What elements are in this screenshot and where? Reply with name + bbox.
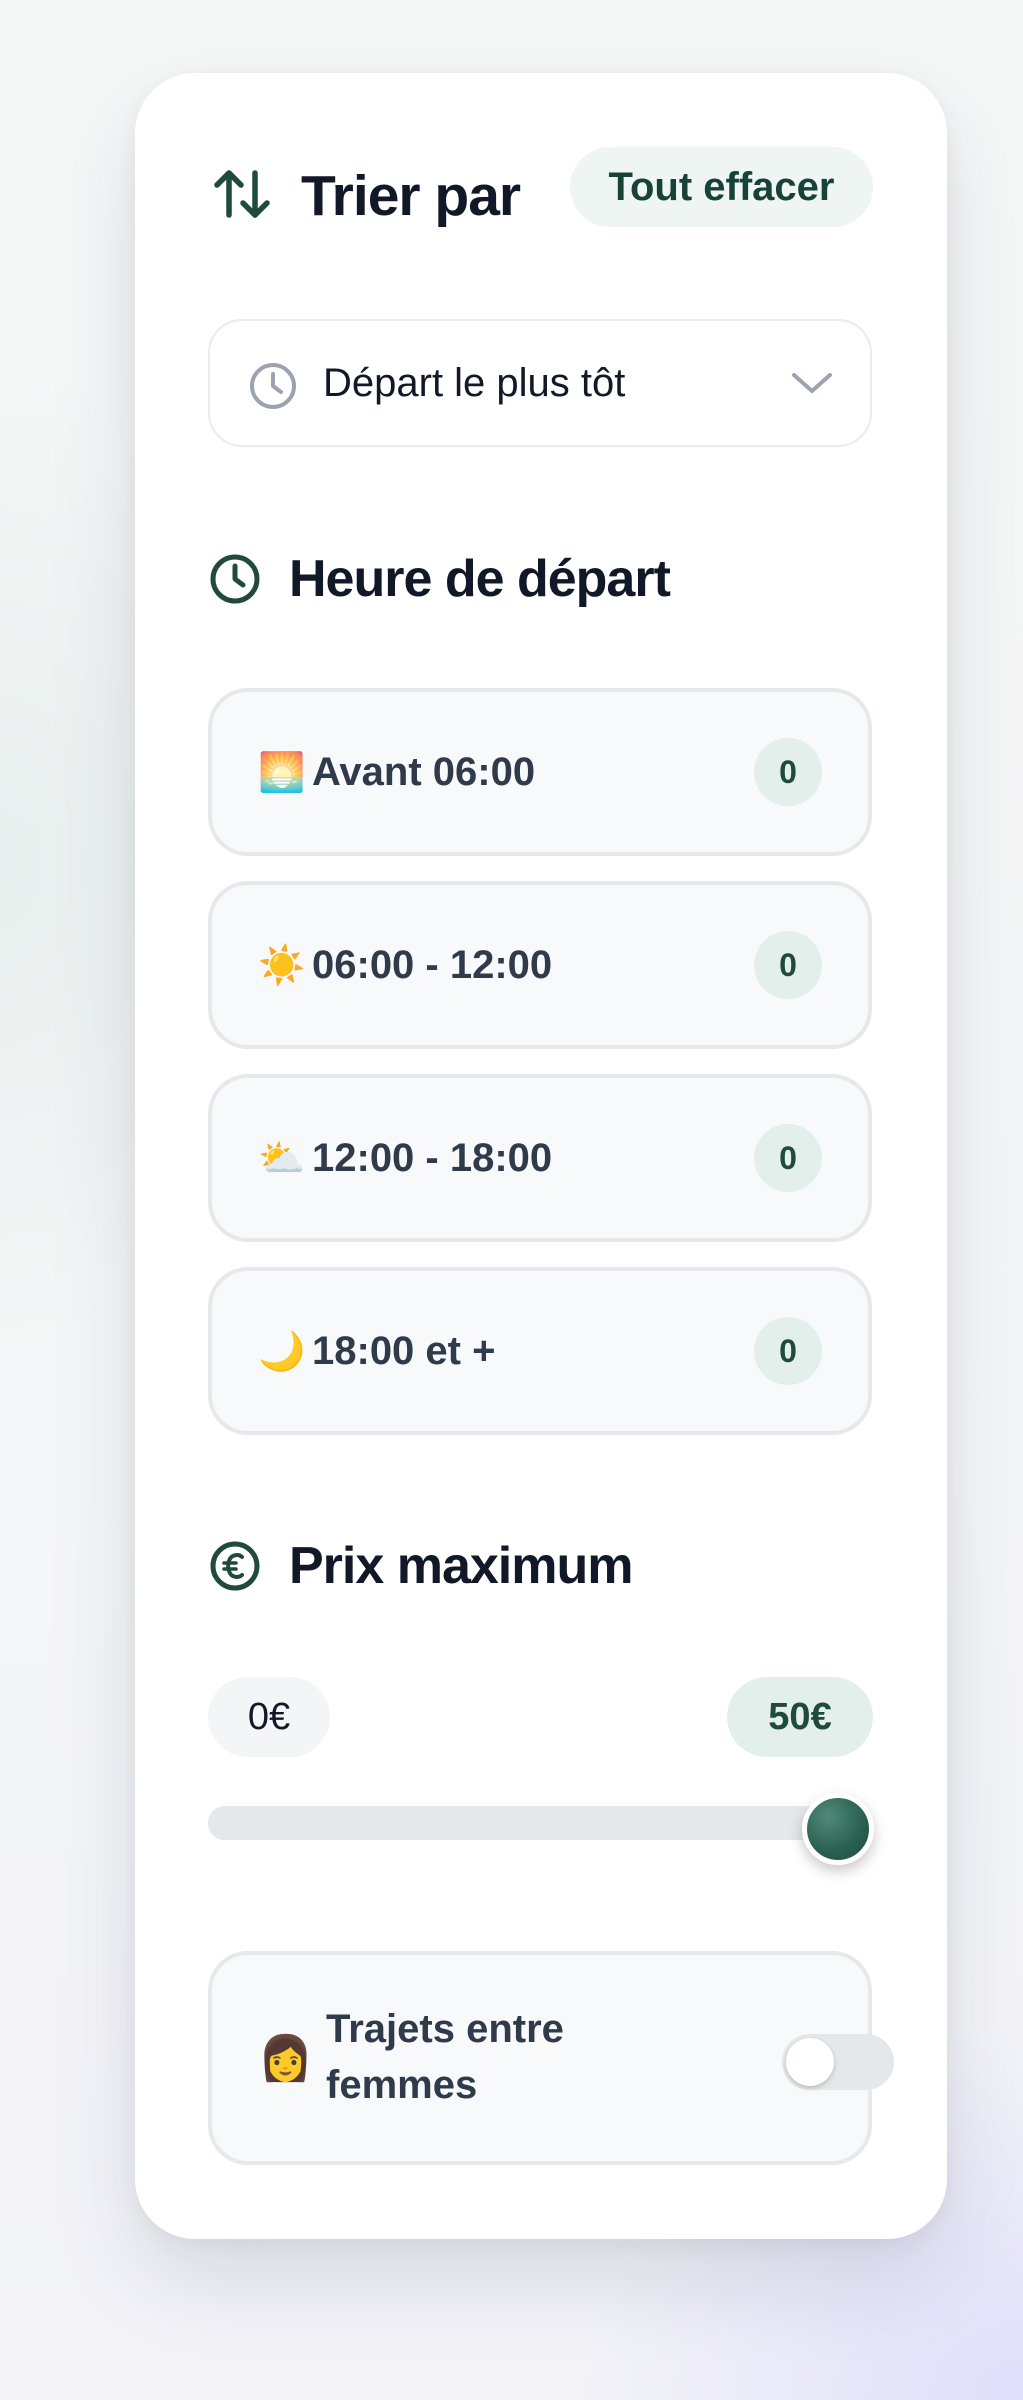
price-slider-fill xyxy=(208,1806,872,1840)
toggle-knob xyxy=(786,2038,834,2086)
women-only-toggle[interactable] xyxy=(782,2034,894,2090)
price-max-label: 50€ xyxy=(727,1677,873,1757)
time-slot-label: 18:00 et + xyxy=(312,1329,496,1373)
chevron-down-icon xyxy=(790,367,834,399)
price-slider-track[interactable] xyxy=(208,1806,872,1840)
women-only-option: 👩 Trajets entre femmes xyxy=(208,1951,894,2165)
sun-behind-cloud-icon: ⛅ xyxy=(258,1136,306,1180)
women-only-label: Trajets entre femmes xyxy=(326,2007,564,2107)
clock-icon xyxy=(209,553,261,605)
time-slot-18-plus[interactable]: 🌙 18:00 et + 0 xyxy=(208,1267,872,1435)
time-slot-6-12[interactable]: ☀️ 06:00 - 12:00 0 xyxy=(208,881,872,1049)
sunrise-icon: 🌅 xyxy=(258,750,306,794)
clock-icon xyxy=(248,361,298,411)
departure-section-title: Heure de départ xyxy=(289,550,671,608)
count-badge: 0 xyxy=(754,1317,822,1385)
sort-select-value: Départ le plus tôt xyxy=(323,361,626,405)
woman-icon: 👩 xyxy=(258,2033,313,2084)
price-section-title: Prix maximum xyxy=(289,1537,633,1595)
time-slot-label: Avant 06:00 xyxy=(312,750,536,794)
count-badge: 0 xyxy=(754,931,822,999)
time-slot-label: 12:00 - 18:00 xyxy=(312,1136,553,1180)
sort-select[interactable]: Départ le plus tôt xyxy=(208,319,872,447)
time-slot-label: 06:00 - 12:00 xyxy=(312,943,553,987)
sort-arrows-icon xyxy=(211,163,273,225)
sun-icon: ☀️ xyxy=(258,943,306,987)
count-badge: 0 xyxy=(754,738,822,806)
price-min-label: 0€ xyxy=(208,1677,330,1757)
count-badge: 0 xyxy=(754,1124,822,1192)
clear-all-button[interactable]: Tout effacer xyxy=(570,147,873,227)
filter-panel: Trier par Tout effacer Départ le plus tô… xyxy=(135,73,947,2239)
sort-title: Trier par xyxy=(301,164,521,228)
price-slider-thumb[interactable] xyxy=(802,1793,874,1865)
moon-icon: 🌙 xyxy=(258,1329,306,1373)
euro-icon xyxy=(209,1540,261,1592)
time-slot-before-6[interactable]: 🌅 Avant 06:00 0 xyxy=(208,688,872,856)
time-slot-12-18[interactable]: ⛅ 12:00 - 18:00 0 xyxy=(208,1074,872,1242)
